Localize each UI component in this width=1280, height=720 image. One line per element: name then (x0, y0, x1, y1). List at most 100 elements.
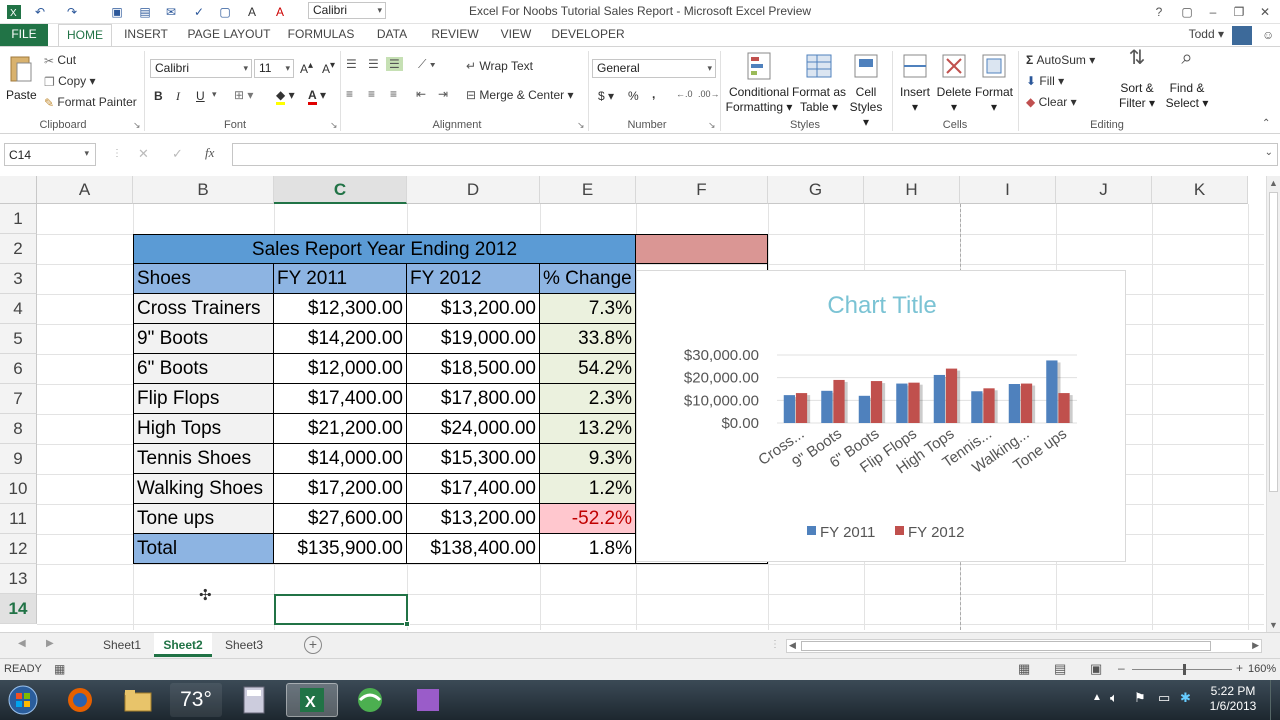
page-break-view-icon[interactable]: ▣ (1090, 661, 1102, 677)
excel-taskbar-icon[interactable]: X (286, 683, 338, 717)
align-bottom-icon[interactable]: ☰ (386, 57, 403, 71)
clear-button[interactable]: ◆ Clear ▾ (1026, 95, 1077, 109)
sheet-tab-sheet3[interactable]: Sheet3 (216, 633, 272, 657)
scroll-right-icon[interactable]: ▶ (1252, 640, 1259, 651)
scroll-left-icon[interactable]: ◀ (789, 640, 796, 651)
row-header-8[interactable]: 8 (0, 414, 37, 444)
table-cell[interactable]: $13,200.00 (407, 504, 540, 534)
calculator-icon[interactable] (228, 683, 280, 717)
tab-page-layout[interactable]: PAGE LAYOUT (186, 24, 272, 46)
avatar[interactable] (1232, 26, 1252, 45)
autosum-button[interactable]: Σ AutoSum ▾ (1026, 53, 1095, 67)
column-header-f[interactable]: F (636, 176, 768, 204)
row-header-12[interactable]: 12 (0, 534, 37, 564)
restore-icon[interactable]: ❐ (1232, 3, 1246, 20)
table-cell[interactable]: $15,300.00 (407, 444, 540, 474)
wrap-text-button[interactable]: ↵ Wrap Text (466, 59, 533, 73)
table-cell[interactable]: $12,000.00 (274, 354, 407, 384)
column-header-k[interactable]: K (1152, 176, 1248, 204)
find-select-button[interactable]: ⌕ Find & Select ▾ (1164, 48, 1210, 111)
column-header-g[interactable]: G (768, 176, 864, 204)
orientation-icon[interactable]: ⟋ ▾ (418, 57, 436, 72)
zoom-level[interactable]: 160% (1248, 663, 1276, 675)
row-header-2[interactable]: 2 (0, 234, 37, 264)
firefox-icon[interactable] (54, 683, 106, 717)
row-header-5[interactable]: 5 (0, 324, 37, 354)
cell-styles-button[interactable]: Cell Styles ▾ (848, 51, 884, 130)
align-right-icon[interactable]: ≡ (390, 87, 397, 101)
chevron-down-icon[interactable]: ▾ (212, 89, 217, 100)
fill-handle[interactable] (404, 621, 410, 627)
table-cell[interactable]: $14,200.00 (274, 324, 407, 354)
name-box[interactable]: C14 ▾ (4, 143, 96, 166)
table-cell[interactable]: $13,200.00 (407, 294, 540, 324)
start-button[interactable] (0, 683, 46, 717)
table-cell[interactable]: $21,200.00 (274, 414, 407, 444)
insert-cells-button[interactable]: Insert ▾ (896, 51, 934, 115)
table-cell[interactable]: 7.3% (540, 294, 636, 324)
table-cell[interactable]: Cross Trainers (133, 294, 274, 324)
sheet-tab-sheet2[interactable]: Sheet2 (154, 633, 212, 657)
expand-formula-icon[interactable]: ⌄ (1265, 147, 1273, 158)
tab-data[interactable]: DATA (370, 24, 414, 46)
select-all-corner[interactable] (0, 176, 37, 204)
column-header-d[interactable]: D (407, 176, 540, 204)
tab-review[interactable]: REVIEW (426, 24, 484, 46)
show-hidden-icons[interactable]: ▲ (1092, 692, 1102, 703)
table-cell[interactable]: $19,000.00 (407, 324, 540, 354)
shrink-font-icon[interactable]: A▾ (322, 60, 335, 76)
table-cell[interactable]: 1.2% (540, 474, 636, 504)
table-cell[interactable]: High Tops (133, 414, 274, 444)
percent-button[interactable]: % (628, 89, 639, 103)
chart-area[interactable]: Chart Title $30,000.00 $20,000.00 $10,000.0… (636, 270, 1126, 562)
help-icon[interactable]: ? (1152, 3, 1166, 20)
media-app-icon[interactable] (402, 683, 454, 717)
table-cell[interactable]: 13.2% (540, 414, 636, 444)
tab-formulas[interactable]: FORMULAS (284, 24, 358, 46)
scroll-prev-sheet-icon[interactable]: ◀ (18, 638, 26, 649)
enter-icon[interactable]: ✓ (172, 146, 183, 162)
sort-filter-button[interactable]: ⇅ Sort & Filter ▾ (1110, 48, 1164, 111)
normal-view-icon[interactable]: ▦ (1018, 661, 1030, 677)
smiley-icon[interactable]: ☺ (1262, 28, 1274, 42)
row-header-13[interactable]: 13 (0, 564, 37, 594)
table-cell[interactable]: Flip Flops (133, 384, 274, 414)
table-cell[interactable]: $17,400.00 (407, 474, 540, 504)
table-cell[interactable]: 6" Boots (133, 354, 274, 384)
dialog-launcher-icon[interactable]: ↘ (577, 120, 585, 131)
currency-button[interactable]: $ ▾ (598, 89, 614, 103)
macro-record-icon[interactable]: ▦ (54, 662, 65, 676)
tab-file[interactable]: FILE (0, 24, 48, 46)
table-cell[interactable]: $18,500.00 (407, 354, 540, 384)
paste-button[interactable]: Paste (6, 53, 37, 102)
row-header-10[interactable]: 10 (0, 474, 37, 504)
ribbon-display-icon[interactable]: ▢ (1180, 3, 1194, 20)
collapse-ribbon-icon[interactable]: ⌃ (1262, 118, 1270, 129)
minimize-icon[interactable]: – (1206, 3, 1220, 20)
camtasia-icon[interactable] (344, 683, 396, 717)
table-cell[interactable]: Tone ups (133, 504, 274, 534)
network-icon[interactable]: ▭ (1158, 690, 1170, 706)
grow-font-icon[interactable]: A▴ (300, 60, 313, 76)
row-header-1[interactable]: 1 (0, 204, 37, 234)
table-cell[interactable]: 54.2% (540, 354, 636, 384)
zoom-slider[interactable] (1132, 669, 1232, 670)
row-header-11[interactable]: 11 (0, 504, 37, 534)
table-cell[interactable]: $17,400.00 (274, 384, 407, 414)
clock[interactable]: 5:22 PM 1/6/2013 (1200, 684, 1266, 714)
table-cell[interactable]: Walking Shoes (133, 474, 274, 504)
page-layout-view-icon[interactable]: ▤ (1054, 661, 1066, 677)
cut-button[interactable]: ✂ Cut (44, 53, 76, 68)
insert-function-icon[interactable]: fx (205, 145, 214, 161)
decrease-decimal-icon[interactable]: .00→ (698, 89, 720, 99)
format-cells-button[interactable]: Format ▾ (974, 51, 1014, 115)
tab-home[interactable]: HOME (58, 24, 112, 46)
font-name-box[interactable]: Calibri ▾ (150, 59, 252, 78)
formula-input[interactable]: ⌄ (232, 143, 1278, 166)
row-header-7[interactable]: 7 (0, 384, 37, 414)
table-header-2[interactable]: FY 2012 (407, 264, 540, 294)
font-size-box[interactable]: 11 ▾ (254, 59, 294, 78)
format-as-table-button[interactable]: Format as Table ▾ (792, 51, 846, 115)
align-center-icon[interactable]: ≡ (368, 87, 375, 101)
fill-color-icon[interactable]: ◆ ▾ (276, 88, 295, 105)
